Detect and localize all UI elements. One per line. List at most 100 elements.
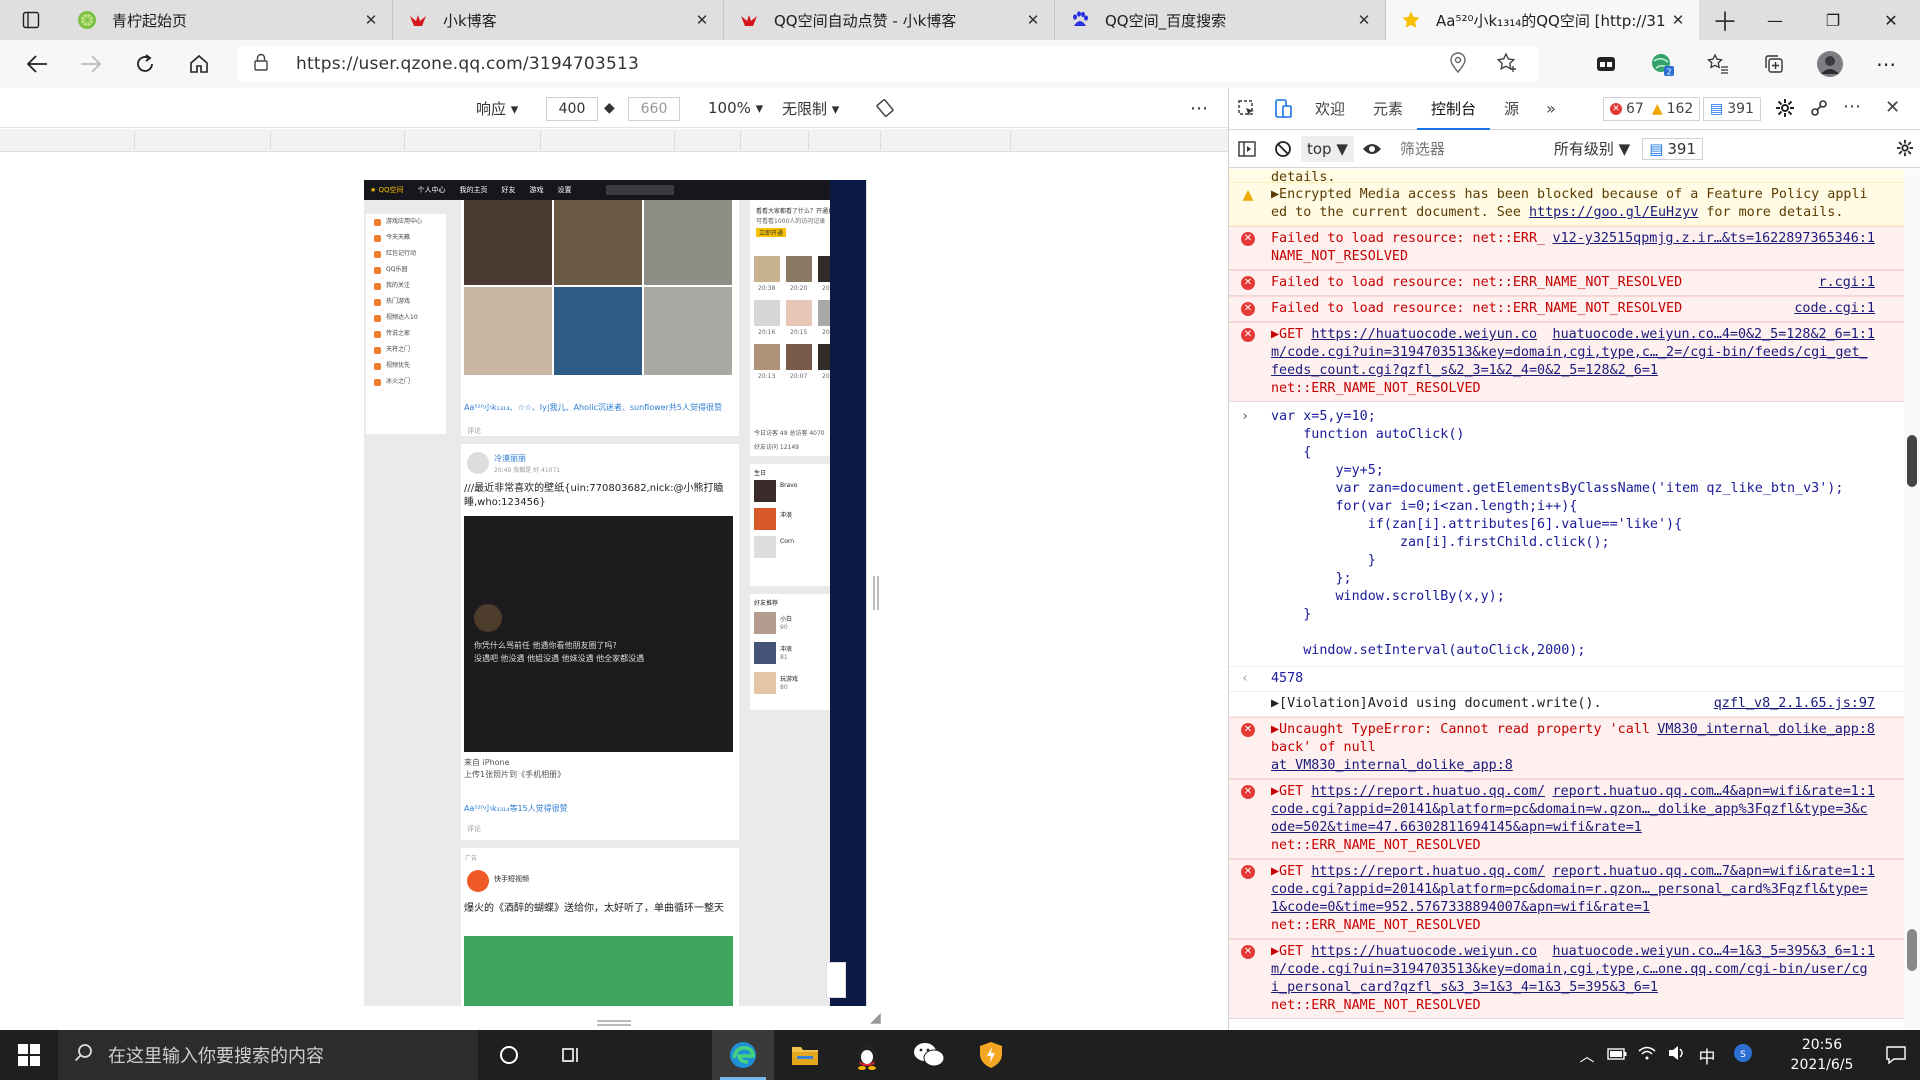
source-link[interactable]: huatuocode.weiyun.co…4=0&2_5=128&2_6=1:1 xyxy=(1553,326,1875,344)
friend-name[interactable]: 小白 xyxy=(780,614,792,623)
ime-indicator[interactable]: 中 xyxy=(1692,1043,1722,1068)
favorites-icon[interactable] xyxy=(1704,50,1732,78)
source-link[interactable]: VM830_internal_dolike_app:8 xyxy=(1657,721,1875,739)
extension-globe-icon[interactable]: 2 xyxy=(1648,50,1676,78)
console-verbose[interactable]: qzfl_v8_2.1.65.js:97 ▶[Violation]Avoid u… xyxy=(1229,692,1905,717)
tab-elements[interactable]: 元素 xyxy=(1359,88,1417,130)
tab-close-icon[interactable]: ✕ xyxy=(1669,11,1687,29)
close-window-icon[interactable]: ✕ xyxy=(1862,0,1920,40)
tab-close-icon[interactable]: ✕ xyxy=(1024,11,1042,29)
visitor-avatar[interactable] xyxy=(754,300,780,326)
tab-close-icon[interactable]: ✕ xyxy=(693,11,711,29)
console-settings-icon[interactable] xyxy=(1896,139,1914,161)
post-image[interactable]: 你凭什么骂前任 他遇你看他朋友圈了吗? 没遇吧 他没遇 他姐没遇 他妹没遇 他全… xyxy=(464,516,733,752)
open-yellow-diamond-button[interactable]: 立即开通 xyxy=(756,228,787,237)
lock-icon[interactable] xyxy=(254,53,274,75)
clear-console-icon[interactable] xyxy=(1265,140,1301,158)
left-nav-item[interactable]: 热门游戏 xyxy=(366,294,446,310)
request-link[interactable]: https://huatuocode.weiyun.c xyxy=(1311,327,1529,342)
context-selector[interactable]: top ▼ xyxy=(1301,135,1354,162)
maximize-icon[interactable]: ❐ xyxy=(1804,0,1862,40)
source-link[interactable]: report.huatuo.qq.com…4&apn=wifi&rate=1:1 xyxy=(1553,783,1875,801)
source-link[interactable]: qzfl_v8_2.1.65.js:97 xyxy=(1714,695,1875,713)
source-link[interactable]: code.cgi:1 xyxy=(1794,300,1875,318)
device-toolbar-icon[interactable] xyxy=(1265,98,1301,119)
source-link[interactable]: report.huatuo.qq.com…7&apn=wifi&rate=1:1 xyxy=(1553,863,1875,881)
start-button[interactable] xyxy=(0,1030,58,1080)
left-nav-item[interactable]: 视频优先 xyxy=(366,358,446,374)
source-link[interactable]: v12-y32515qpmjg.z.ir…&ts=1622897365346:1 xyxy=(1553,230,1875,248)
friend-name[interactable]: 冲浪 xyxy=(780,644,792,653)
ad-image[interactable] xyxy=(464,936,733,1006)
taskbar-qq[interactable] xyxy=(836,1030,898,1080)
resize-handle-bottom[interactable] xyxy=(597,1020,631,1026)
avatar[interactable] xyxy=(467,870,489,892)
qzone-nav-item[interactable]: 我的主页 xyxy=(460,185,488,195)
source-link[interactable]: huatuocode.weiyun.co…4=1&3_5=395&3_6=1:1 xyxy=(1553,943,1875,961)
left-nav-item[interactable]: 天将之门 xyxy=(366,342,446,358)
home-button[interactable] xyxy=(172,40,226,88)
filter-issues-counter[interactable]: ▤ 391 xyxy=(1642,137,1704,160)
console-output[interactable]: details. ▲ ▶Encrypted Media access has b… xyxy=(1229,169,1905,1030)
taskbar-clock[interactable]: 20:56 2021/6/5 xyxy=(1772,1035,1872,1075)
settings-more-icon[interactable]: ⋯ xyxy=(1872,50,1900,78)
back-to-top-button[interactable] xyxy=(826,962,846,998)
ime-mode-icon[interactable]: S xyxy=(1728,1043,1758,1067)
left-nav-item[interactable]: 传说之家 xyxy=(366,326,446,342)
photo-thumbnail[interactable] xyxy=(644,287,732,375)
rotate-icon[interactable] xyxy=(876,97,894,119)
qzone-nav-item[interactable]: 设置 xyxy=(558,185,572,195)
collections-icon[interactable] xyxy=(1760,50,1788,78)
console-error[interactable]: ✕ report.huatuo.qq.com…4&apn=wifi&rate=1… xyxy=(1229,779,1905,859)
zoom-dropdown[interactable]: 100% ▾ xyxy=(708,97,763,119)
profile-avatar[interactable] xyxy=(1816,50,1844,78)
add-favorite-icon[interactable] xyxy=(1496,52,1518,78)
minimize-icon[interactable]: — xyxy=(1746,0,1804,40)
qzone-search-box[interactable] xyxy=(605,185,674,195)
photo-thumbnail[interactable] xyxy=(464,287,552,375)
console-error[interactable]: ✕ huatuocode.weiyun.co…4=0&2_5=128&2_6=1… xyxy=(1229,322,1905,402)
visitor-avatar[interactable] xyxy=(754,344,780,370)
device-more-icon[interactable]: ⋯ xyxy=(1190,97,1208,119)
live-expression-eye-icon[interactable] xyxy=(1354,142,1390,156)
responsive-dropdown[interactable]: 响应 ▾ xyxy=(476,97,518,119)
tab-sources[interactable]: 源 xyxy=(1490,88,1533,130)
visitor-avatar[interactable] xyxy=(786,300,812,326)
visitor-avatar[interactable] xyxy=(786,344,812,370)
tab-close-icon[interactable]: ✕ xyxy=(362,11,380,29)
left-nav-item[interactable]: 今天天籁 xyxy=(366,230,446,246)
scrollbar-thumb[interactable] xyxy=(1907,435,1917,487)
friend-name[interactable]: 冲浪 xyxy=(780,510,792,519)
avatar[interactable] xyxy=(754,642,776,664)
browser-tab[interactable]: 小k博客 ✕ xyxy=(393,0,724,40)
visitor-avatar[interactable] xyxy=(754,256,780,282)
browser-tab[interactable]: QQ空间_百度搜索 ✕ xyxy=(1055,0,1386,40)
visitor-avatar[interactable] xyxy=(786,256,812,282)
avatar[interactable] xyxy=(754,612,776,634)
message-link[interactable]: https://goo.gl/EuHzyv xyxy=(1529,205,1698,220)
show-hidden-icons-chevron-icon[interactable]: ︿ xyxy=(1572,1045,1602,1066)
photo-thumbnail[interactable] xyxy=(554,287,642,375)
notifications-button[interactable] xyxy=(1872,1046,1920,1064)
resize-handle-right[interactable] xyxy=(873,576,879,610)
location-icon[interactable] xyxy=(1448,52,1468,78)
tab-console[interactable]: 控制台 xyxy=(1417,88,1491,130)
timeline-button[interactable] xyxy=(540,1030,602,1080)
console-error[interactable]: ✕ report.huatuo.qq.com…7&apn=wifi&rate=1… xyxy=(1229,859,1905,939)
taskbar-file-explorer[interactable] xyxy=(774,1030,836,1080)
taskbar-security[interactable] xyxy=(960,1030,1022,1080)
photo-thumbnail[interactable] xyxy=(554,200,642,285)
issues-counter[interactable]: ✕ 67 ▲ 162 xyxy=(1603,97,1701,121)
comment-input[interactable]: 评论 xyxy=(467,822,481,836)
console-scrollbar[interactable] xyxy=(1904,169,1920,1030)
friend-name[interactable]: Corn xyxy=(780,538,794,545)
messages-counter[interactable]: ▤ 391 xyxy=(1703,97,1761,121)
task-view-button[interactable] xyxy=(478,1030,540,1080)
throttle-dropdown[interactable]: 无限制 ▾ xyxy=(782,97,839,119)
collections-extension-icon[interactable] xyxy=(1592,50,1620,78)
left-nav-item[interactable]: 红包记行动 xyxy=(366,246,446,262)
qzone-logo[interactable]: ★ QQ空间 xyxy=(370,185,404,195)
log-levels-dropdown[interactable]: 所有级别 ▼ xyxy=(1554,138,1630,159)
browser-tab-active[interactable]: Aa⁵²⁰小k₁₃₁₄的QQ空间 [http://31 ✕ xyxy=(1386,0,1699,40)
avatar[interactable] xyxy=(754,480,776,502)
